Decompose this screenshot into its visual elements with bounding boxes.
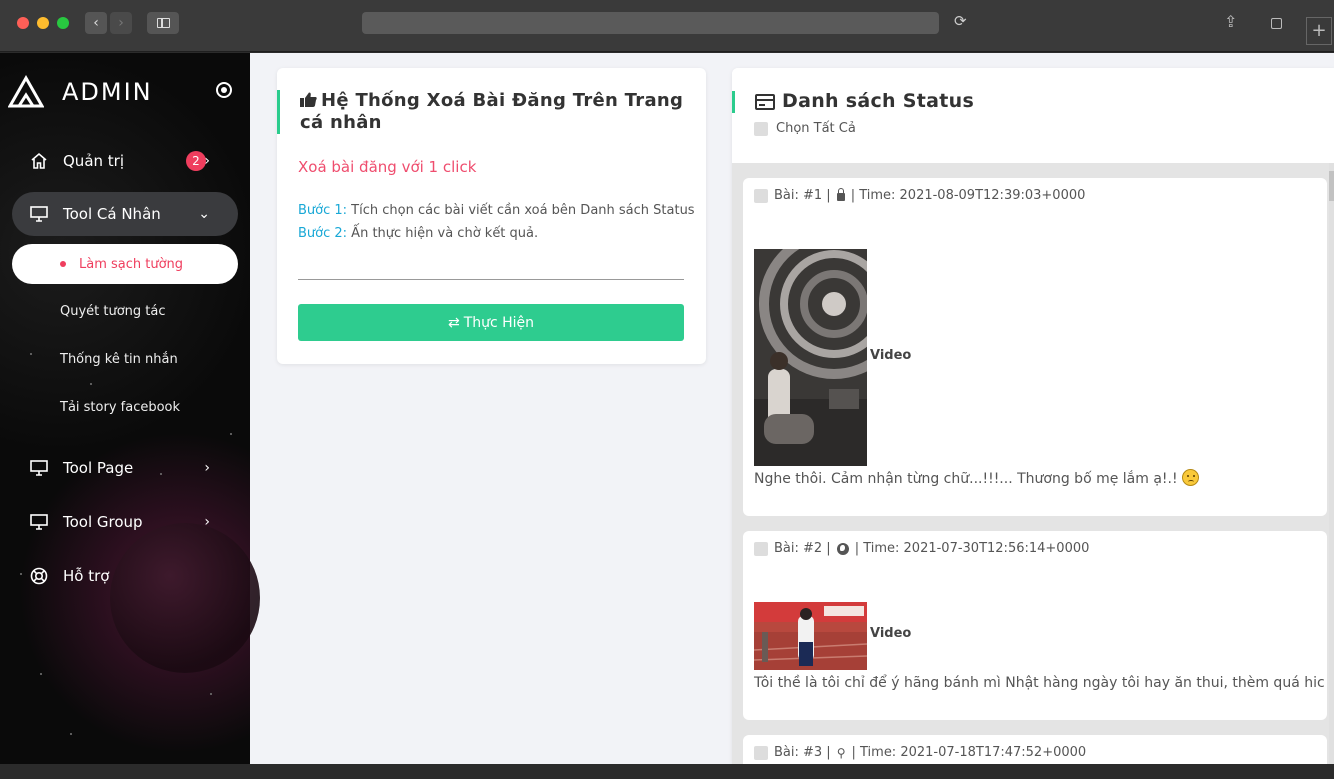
sidebar-item-quan-tri[interactable]: Quản trị 2 ›	[12, 139, 238, 183]
feed-scrollbar[interactable]	[1329, 163, 1334, 764]
sidebar-subitem-lam-sach-tuong[interactable]: Làm sạch tường	[12, 244, 238, 284]
brand-title: ADMIN	[62, 78, 153, 106]
post-card: Bài: #2 | | Time: 2021-07-30T12:56:14+00…	[743, 531, 1334, 720]
address-bar[interactable]	[362, 12, 939, 34]
window-bottom-edge	[0, 764, 1334, 779]
media-label: Video	[870, 348, 912, 363]
sidebar-subitem-label: Làm sạch tường	[79, 256, 184, 272]
post-meta: Bài: #2 | | Time: 2021-07-30T12:56:14+00…	[754, 541, 1089, 556]
divider	[298, 279, 684, 280]
chevron-right-icon: ›	[204, 460, 210, 476]
close-window-button[interactable]	[17, 17, 29, 29]
run-button[interactable]: ⇄ Thực Hiện	[298, 304, 684, 341]
browser-toolbar: ‹ › ⟳ ⇪ +	[0, 0, 1334, 52]
post-checkbox[interactable]	[754, 541, 768, 556]
sidebar-item-label: Hỗ trợ	[63, 567, 110, 585]
title-accent-bar	[277, 90, 280, 134]
step-2: Bước 2: Ấn thực hiện và chờ kết quả.	[298, 226, 539, 241]
notification-badge: 2	[186, 151, 206, 171]
credit-card-icon	[755, 94, 775, 110]
sidebar-toggle-icon[interactable]	[147, 12, 179, 34]
panel-subtitle: Xoá bài đăng với 1 click	[298, 158, 477, 176]
forward-icon[interactable]: ›	[110, 12, 132, 34]
status-list-header: Danh sách Status Chọn Tất Cả	[732, 68, 1334, 163]
logo-icon	[8, 75, 44, 108]
brand[interactable]: ADMIN	[8, 75, 153, 109]
chevron-right-icon: ›	[204, 514, 210, 530]
sidebar-item-label: Tool Group	[63, 513, 143, 531]
select-all-checkbox[interactable]: Chọn Tất Cả	[754, 121, 856, 136]
sidebar-item-label: Tool Cá Nhân	[63, 205, 161, 223]
pin-icon: ⚲	[836, 745, 846, 760]
sidebar-subitem-quyet-tuong-tac[interactable]: Quyét tương tác	[60, 304, 166, 319]
sidebar-subitem-thong-ke-tin-nhan[interactable]: Thống kê tin nhắn	[60, 352, 178, 367]
sidebar-item-label: Tool Page	[63, 459, 134, 477]
status-list-title: Danh sách Status	[782, 90, 975, 112]
media-label: Video	[870, 626, 912, 641]
new-tab-button[interactable]: +	[1306, 17, 1332, 45]
chevron-down-icon: ⌄	[198, 206, 210, 222]
sidebar: ADMIN Quản trị 2 › Tool Cá Nhân ⌄ Làm sạ…	[0, 53, 260, 764]
thumbs-up-icon	[300, 92, 317, 107]
sidebar-item-label: Quản trị	[63, 152, 124, 170]
minimize-window-button[interactable]	[37, 17, 49, 29]
step-1: Bước 1: Tích chọn các bài viết cần xoá b…	[298, 203, 695, 218]
globe-icon	[836, 542, 849, 555]
monitor-icon	[29, 204, 49, 224]
status-list-panel: Danh sách Status Chọn Tất Cả Bài: #1 | |…	[732, 68, 1334, 764]
sidebar-subitem-tai-story[interactable]: Tải story facebook	[60, 400, 180, 415]
sad-face-emoji-icon	[1182, 469, 1200, 486]
post-checkbox[interactable]	[754, 745, 768, 760]
post-checkbox[interactable]	[754, 188, 768, 203]
delete-posts-panel: Hệ Thống Xoá Bài Đăng Trên Trang cá nhân…	[277, 68, 706, 364]
post-text: Tôi thề là tôi chỉ để ý hãng bánh mì Nhậ…	[754, 675, 1334, 691]
instructions: Bước 1: Tích chọn các bài viết cần xoá b…	[298, 199, 695, 245]
sidebar-item-tool-group[interactable]: Tool Group ›	[12, 500, 238, 544]
post-card: Bài: #3 | ⚲ | Time: 2021-07-18T17:47:52+…	[743, 735, 1327, 764]
zoom-window-button[interactable]	[57, 17, 69, 29]
exchange-icon: ⇄	[447, 314, 460, 331]
home-icon	[29, 151, 49, 171]
reload-icon[interactable]: ⟳	[954, 12, 967, 30]
post-text: Nghe thôi. Cảm nhận từng chữ...!!!... Th…	[754, 469, 1200, 487]
post-meta: Bài: #3 | ⚲ | Time: 2021-07-18T17:47:52+…	[754, 745, 1086, 760]
monitor-icon	[29, 512, 49, 532]
sidebar-item-ho-tro[interactable]: Hỗ trợ	[12, 554, 238, 598]
lock-icon	[836, 187, 845, 201]
sidebar-item-tool-page[interactable]: Tool Page ›	[12, 446, 238, 490]
post-meta: Bài: #1 | | Time: 2021-08-09T12:39:03+00…	[754, 187, 1085, 203]
post-card: Bài: #1 | | Time: 2021-08-09T12:39:03+00…	[743, 178, 1327, 516]
panel-title: Hệ Thống Xoá Bài Đăng Trên Trang cá nhân	[300, 90, 684, 133]
video-thumbnail[interactable]	[754, 249, 867, 466]
back-icon[interactable]: ‹	[85, 12, 107, 34]
checkbox[interactable]	[754, 121, 768, 136]
sidebar-item-tool-ca-nhan[interactable]: Tool Cá Nhân ⌄	[12, 192, 238, 236]
status-feed[interactable]: Bài: #1 | | Time: 2021-08-09T12:39:03+00…	[732, 163, 1334, 764]
title-accent-bar	[732, 91, 735, 113]
active-bullet-icon	[60, 261, 66, 267]
chevron-right-icon: ›	[204, 153, 210, 169]
monitor-icon	[29, 458, 49, 478]
tabs-overview-icon[interactable]	[1271, 18, 1282, 29]
planet-decoration	[110, 523, 260, 673]
share-icon[interactable]: ⇪	[1224, 12, 1237, 31]
app-container: ADMIN Quản trị 2 › Tool Cá Nhân ⌄ Làm sạ…	[0, 53, 1334, 764]
sidebar-collapse-icon[interactable]	[216, 82, 232, 98]
lifebuoy-icon	[29, 566, 49, 586]
video-thumbnail[interactable]	[754, 602, 867, 670]
